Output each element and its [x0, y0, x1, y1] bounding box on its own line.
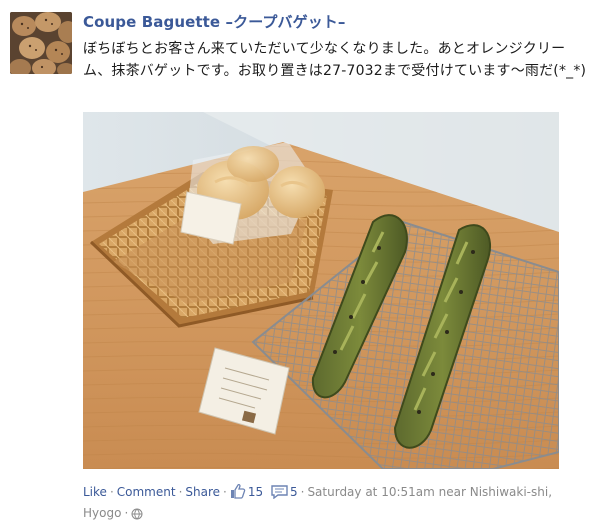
comment-bubble-icon	[271, 485, 288, 504]
page-avatar[interactable]	[10, 12, 72, 74]
separator-dot: ·	[178, 485, 183, 499]
comments-count-link[interactable]: 5	[271, 485, 298, 500]
likes-count-link[interactable]: 15	[230, 483, 264, 499]
thumbs-up-icon	[230, 483, 246, 504]
comment-link[interactable]: Comment	[117, 485, 176, 499]
separator-dot: ·	[124, 506, 129, 520]
post-actions-bar: Like · Comment · Share · 15 5 · Saturday at 10:5…	[83, 483, 593, 525]
globe-icon[interactable]	[131, 507, 143, 525]
share-link[interactable]: Share	[185, 485, 220, 499]
bread-photo-image	[83, 112, 559, 469]
separator-dot: ·	[300, 485, 305, 499]
separator-dot: ·	[223, 485, 227, 499]
separator-dot: ·	[109, 485, 114, 499]
like-link[interactable]: Like	[83, 485, 107, 499]
post-photo[interactable]	[83, 112, 559, 469]
likes-count: 15	[247, 485, 264, 499]
post-message: ぼちぼちとお客さん来ていただいて少なくなりました。あとオレンジクリーム、抹茶バゲ…	[83, 41, 587, 79]
comments-count: 5	[289, 485, 298, 499]
page-name-link[interactable]: Coupe Baguette –クープバゲット–	[83, 11, 346, 32]
avatar-bread-image	[10, 12, 72, 74]
